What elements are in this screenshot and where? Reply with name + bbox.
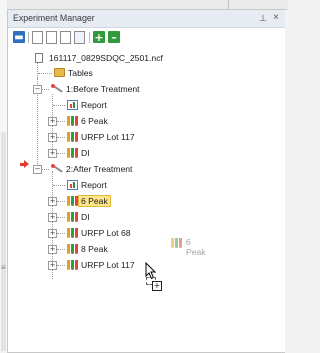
drop-add-icon: +: [152, 281, 162, 291]
item-label: DI: [81, 212, 90, 222]
sample-tubes-icon: [67, 132, 78, 142]
item-label: 6 Peak: [81, 116, 108, 126]
sample-tubes-icon: [67, 212, 78, 222]
delete-icon[interactable]: [74, 31, 85, 44]
item-label: 8 Peak: [81, 244, 108, 254]
panel-title: Experiment Manager: [13, 13, 95, 23]
sample-tubes-icon: [67, 116, 78, 126]
add-button[interactable]: +: [93, 31, 105, 44]
expand-expander-icon[interactable]: +: [48, 261, 57, 270]
sample-tubes-icon: [67, 244, 78, 254]
item-label: Report: [81, 100, 107, 110]
item-label: Report: [81, 180, 107, 190]
collapse-button[interactable]: ▬: [13, 31, 25, 43]
panel-titlebar: Experiment Manager ⊥ ×: [8, 10, 285, 28]
collapse-expander-icon[interactable]: −: [33, 85, 42, 94]
collapse-expander-icon[interactable]: −: [33, 165, 42, 174]
wand-icon: [51, 164, 63, 174]
item-label: DI: [81, 148, 90, 158]
expand-expander-icon[interactable]: +: [48, 213, 57, 222]
file-icon: [35, 53, 43, 63]
pin-icon[interactable]: ⊥: [259, 13, 267, 24]
expand-expander-icon[interactable]: +: [48, 197, 57, 206]
experiment-tree: 161117_0829SDQC_2501.ncf Tables − 1:Befo…: [8, 48, 285, 279]
copy-icon[interactable]: [46, 31, 57, 44]
folder-icon: [54, 68, 65, 77]
paste-icon[interactable]: [60, 31, 71, 44]
selected-item-label: 6 Peak: [78, 195, 111, 207]
expand-expander-icon[interactable]: +: [48, 133, 57, 142]
expand-expander-icon[interactable]: +: [48, 229, 57, 238]
splitter-grip-icon[interactable]: ≡: [1, 264, 6, 272]
item-label: URFP Lot 117: [81, 260, 135, 270]
sample-tubes-icon: [171, 238, 182, 248]
root-file-label: 161117_0829SDQC_2501.ncf: [49, 53, 163, 63]
report-icon: [67, 180, 78, 190]
expand-expander-icon[interactable]: +: [48, 117, 57, 126]
sample-tubes-icon: [67, 260, 78, 270]
remove-button[interactable]: –: [108, 31, 120, 44]
item-label: URFP Lot 117: [81, 132, 135, 142]
item-label: URFP Lot 68: [81, 228, 131, 238]
group-label: 2:After Treatment: [66, 164, 133, 174]
tables-label: Tables: [68, 68, 93, 78]
scrollbar-thumb[interactable]: [1, 132, 6, 351]
current-item-arrow-icon: [20, 160, 29, 168]
sample-tubes-icon: [67, 148, 78, 158]
group-label: 1:Before Treatment: [66, 84, 140, 94]
close-icon[interactable]: ×: [273, 12, 279, 23]
drag-ghost-label: 6 Peak: [186, 237, 206, 257]
new-document-icon[interactable]: [32, 31, 43, 44]
toolbar: ▬ + –: [8, 28, 285, 48]
experiment-manager-panel: Experiment Manager ⊥ × ▬ + – 161117_0829…: [7, 9, 285, 353]
wand-icon: [51, 84, 63, 94]
expand-expander-icon[interactable]: +: [48, 149, 57, 158]
sample-tubes-icon: [67, 228, 78, 238]
report-icon: [67, 100, 78, 110]
sample-tubes-icon: [67, 196, 78, 206]
expand-expander-icon[interactable]: +: [48, 245, 57, 254]
